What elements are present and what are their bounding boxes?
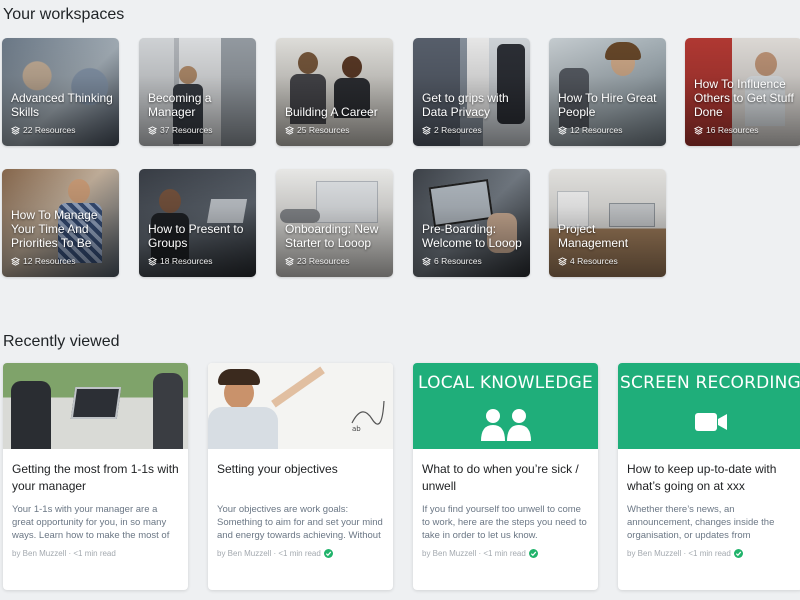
workspace-name: Building A Career — [285, 105, 378, 119]
card-banner: LOCAL KNOWLEDGE — [418, 373, 593, 393]
resource-count: 6 Resources — [434, 256, 482, 266]
resource-count: 37 Resources — [160, 125, 213, 135]
workspace-tile[interactable]: Pre-Boarding: Welcome to Looop 6 Resourc… — [413, 169, 530, 277]
card-title: How to keep up-to-date with what’s going… — [627, 462, 777, 493]
workspace-tile[interactable]: How To Hire Great People 12 Resources — [549, 38, 666, 146]
workspace-name: How To Hire Great People — [558, 91, 657, 119]
recent-card[interactable]: ab Setting your objectives Your objectiv… — [208, 363, 393, 590]
resource-count: 23 Resources — [297, 256, 350, 266]
stack-icon — [11, 256, 20, 266]
workspace-name: Becoming a Manager — [148, 91, 212, 119]
resource-count: 12 Resources — [570, 125, 623, 135]
workspace-tile[interactable]: How to Present to Groups 18 Resources — [139, 169, 256, 277]
card-meta: by Ben Muzzell · <1 min read — [627, 549, 743, 558]
stack-icon — [148, 125, 157, 135]
stack-icon — [558, 256, 567, 266]
resource-count: 25 Resources — [297, 125, 350, 135]
card-author-readtime: by Ben Muzzell · <1 min read — [627, 549, 731, 558]
stack-icon — [285, 125, 294, 135]
workspace-name: How to Present to Groups — [148, 222, 244, 250]
people-icon — [480, 409, 531, 441]
card-meta: by Ben Muzzell · <1 min read — [12, 549, 116, 558]
workspace-tile[interactable]: Get to grips with Data Privacy 2 Resourc… — [413, 38, 530, 146]
workspace-name: Pre-Boarding: Welcome to Looop — [422, 222, 522, 250]
workspace-name: Get to grips with Data Privacy — [422, 91, 509, 119]
card-description: If you find yourself too unwell to come … — [422, 504, 587, 541]
resource-count: 12 Resources — [23, 256, 76, 266]
stack-icon — [285, 256, 294, 266]
card-title: Getting the most from 1-1s with your man… — [12, 462, 179, 493]
workspace-name: Advanced Thinking Skills — [11, 91, 113, 119]
card-author-readtime: by Ben Muzzell · <1 min read — [12, 549, 116, 558]
card-description: Your objectives are work goals: Somethin… — [217, 504, 383, 541]
check-icon — [528, 549, 538, 558]
workspace-tile[interactable]: Project Management 4 Resources — [549, 169, 666, 277]
resource-count: 4 Resources — [570, 256, 618, 266]
video-camera-icon — [694, 413, 727, 431]
card-meta: by Ben Muzzell · <1 min read — [422, 549, 538, 558]
card-thumbnail: LOCAL KNOWLEDGE — [413, 363, 598, 449]
check-icon — [323, 549, 333, 558]
workspaces-heading: Your workspaces — [3, 6, 125, 23]
svg-text:ab: ab — [352, 425, 361, 433]
workspace-tile[interactable]: Becoming a Manager 37 Resources — [139, 38, 256, 146]
workspace-tile[interactable]: Building A Career 25 Resources — [276, 38, 393, 146]
card-description: Your 1-1s with your manager are a great … — [12, 504, 170, 541]
check-icon — [733, 549, 743, 558]
stack-icon — [11, 125, 20, 135]
workspace-name: Project Management — [558, 222, 629, 250]
recent-card[interactable]: Getting the most from 1-1s with your man… — [3, 363, 188, 590]
stack-icon — [422, 256, 431, 266]
card-description: Whether there’s news, an announcement, c… — [627, 504, 775, 541]
card-thumbnail: ab — [208, 363, 393, 449]
card-banner: SCREEN RECORDING — [620, 373, 800, 393]
stack-icon — [558, 125, 567, 135]
workspace-name: Onboarding: New Starter to Looop — [285, 222, 379, 250]
card-thumbnail — [3, 363, 188, 449]
resource-count: 2 Resources — [434, 125, 482, 135]
resource-count: 22 Resources — [23, 125, 76, 135]
workspace-tile[interactable]: Advanced Thinking Skills 22 Resources — [2, 38, 119, 146]
card-author-readtime: by Ben Muzzell · <1 min read — [422, 549, 526, 558]
card-author-readtime: by Ben Muzzell · <1 min read — [217, 549, 321, 558]
card-meta: by Ben Muzzell · <1 min read — [217, 549, 333, 558]
card-title: Setting your objectives — [217, 462, 338, 476]
card-title: What to do when you’re sick / unwell — [422, 462, 579, 493]
stack-icon — [694, 125, 703, 135]
resource-count: 18 Resources — [160, 256, 213, 266]
recent-card[interactable]: SCREEN RECORDING How to keep up-to-date … — [618, 363, 800, 590]
workspace-tile[interactable]: How To Influence Others to Get Stuff Don… — [685, 38, 800, 146]
stack-icon — [422, 125, 431, 135]
stack-icon — [148, 256, 157, 266]
workspace-tile[interactable]: How To Manage Your Time And Priorities T… — [2, 169, 119, 277]
resource-count: 16 Resources — [706, 125, 759, 135]
recent-card[interactable]: LOCAL KNOWLEDGE What to do when you’re s… — [413, 363, 598, 590]
recently-viewed-heading: Recently viewed — [3, 333, 120, 350]
workspace-name: How To Influence Others to Get Stuff Don… — [694, 77, 794, 119]
card-thumbnail: SCREEN RECORDING — [618, 363, 800, 449]
workspace-name: How To Manage Your Time And Priorities T… — [11, 208, 98, 250]
workspace-tile[interactable]: Onboarding: New Starter to Looop 23 Reso… — [276, 169, 393, 277]
